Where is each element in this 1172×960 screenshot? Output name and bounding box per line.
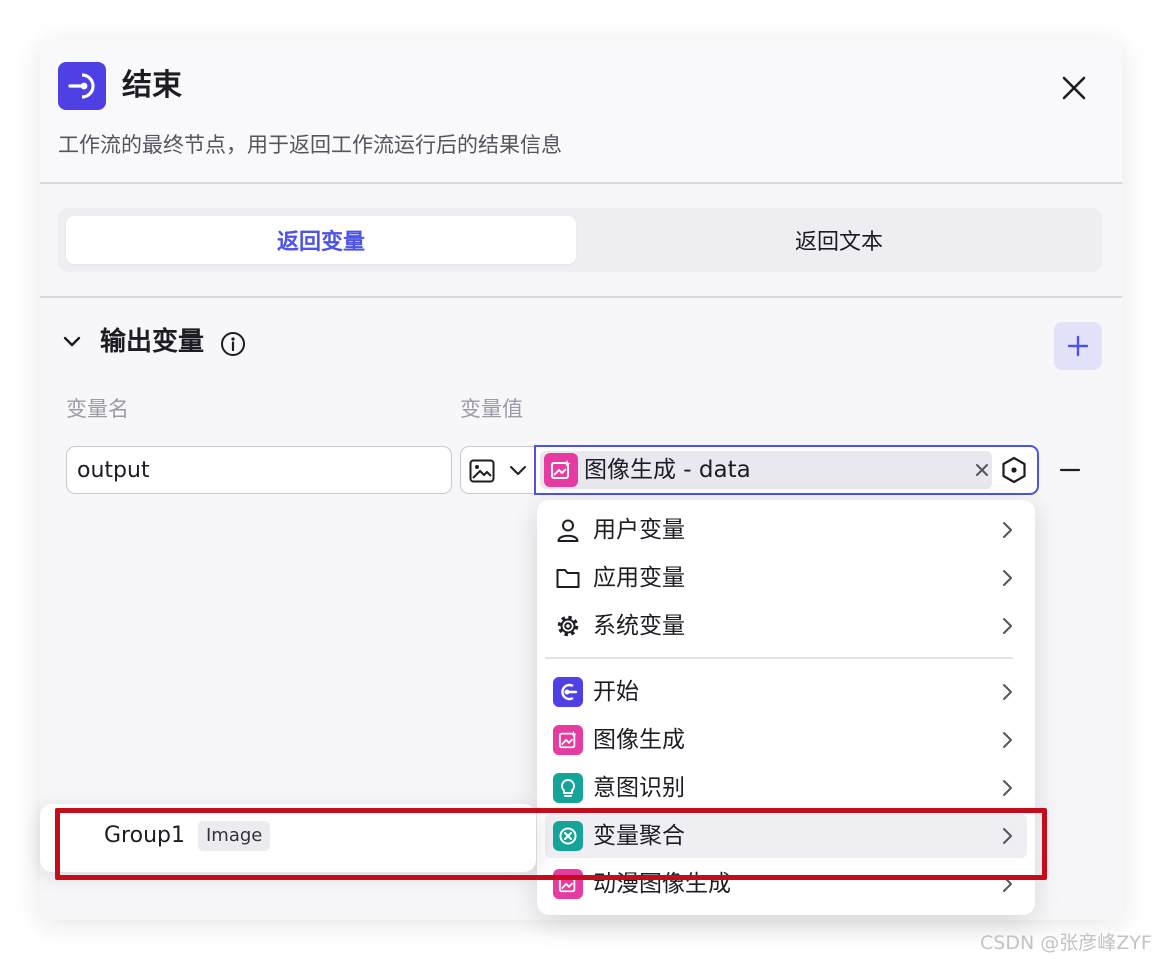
variable-source-menu: 用户变量 应用变量 系统变量 开始 图像生成 意图识别 变量聚合 动漫图像生成: [537, 500, 1035, 915]
folder-icon: [553, 563, 583, 593]
tab-return-text[interactable]: 返回文本: [584, 216, 1094, 264]
column-label-value: 变量值: [460, 397, 523, 421]
menu-item-image-generate[interactable]: 图像生成: [545, 718, 1027, 762]
menu-item-intent-recognition[interactable]: 意图识别: [545, 766, 1027, 810]
variable-name-input[interactable]: [66, 446, 452, 494]
aggregate-icon: [553, 821, 583, 851]
value-reference-tag[interactable]: 图像生成 - data: [540, 451, 992, 489]
chevron-right-icon: [1003, 876, 1012, 892]
menu-item-user-variables[interactable]: 用户变量: [545, 508, 1027, 552]
anime-image-icon: [553, 869, 583, 899]
hexagon-variable-icon: [1002, 456, 1026, 484]
variable-picker-button[interactable]: [998, 454, 1030, 486]
chevron-down-icon: [510, 466, 526, 475]
start-node-icon: [553, 677, 583, 707]
info-icon[interactable]: [220, 331, 246, 357]
column-label-name: 变量名: [66, 397, 129, 421]
minus-icon: [1059, 468, 1081, 472]
image-generate-icon: [553, 725, 583, 755]
aggregate-submenu: Group1 Image: [40, 804, 536, 872]
menu-item-variable-aggregate[interactable]: 变量聚合: [545, 814, 1027, 858]
user-icon: [553, 515, 583, 545]
close-icon: [1062, 76, 1086, 100]
value-tag-label: 图像生成 - data: [584, 457, 751, 483]
close-icon: [976, 464, 988, 476]
menu-divider: [545, 657, 1013, 659]
plus-icon: [1067, 335, 1089, 357]
chevron-right-icon: [1003, 570, 1012, 586]
chevron-right-icon: [1003, 618, 1012, 634]
group-label: Group1: [104, 823, 185, 848]
remove-variable-button[interactable]: [1054, 454, 1086, 486]
node-description: 工作流的最终节点，用于返回工作流运行后的结果信息: [58, 133, 562, 157]
menu-item-anime-image-generate[interactable]: 动漫图像生成: [545, 862, 1027, 906]
node-title: 结束: [122, 68, 182, 103]
image-generate-icon: [544, 453, 578, 487]
menu-item-app-variables[interactable]: 应用变量: [545, 556, 1027, 600]
output-section-title: 输出变量: [100, 327, 205, 357]
panel-header: 结束 工作流的最终节点，用于返回工作流运行后的结果信息: [40, 40, 1122, 184]
watermark: CSDN @张彦峰ZYF: [980, 932, 1152, 954]
chevron-right-icon: [1003, 780, 1012, 796]
chevron-right-icon: [1003, 828, 1012, 844]
add-variable-button[interactable]: [1054, 322, 1102, 370]
chevron-down-icon[interactable]: [60, 330, 84, 354]
intent-bulb-icon: [553, 773, 583, 803]
clear-tag-button[interactable]: [972, 460, 992, 480]
type-badge: Image: [198, 821, 271, 851]
end-node-icon: [58, 62, 106, 110]
chevron-right-icon: [1003, 732, 1012, 748]
image-type-icon: [469, 459, 495, 483]
section-divider: [40, 296, 1122, 298]
menu-item-start[interactable]: 开始: [545, 670, 1027, 714]
close-button[interactable]: [1052, 66, 1096, 110]
tab-return-variable[interactable]: 返回变量: [66, 216, 576, 264]
chevron-right-icon: [1003, 684, 1012, 700]
chevron-right-icon: [1003, 522, 1012, 538]
menu-item-system-variables[interactable]: 系统变量: [545, 604, 1027, 648]
variable-type-select[interactable]: [460, 446, 538, 494]
return-mode-tabs: 返回变量 返回文本: [58, 208, 1102, 272]
variable-value-field[interactable]: 图像生成 - data: [534, 445, 1039, 495]
gear-icon: [553, 611, 583, 641]
